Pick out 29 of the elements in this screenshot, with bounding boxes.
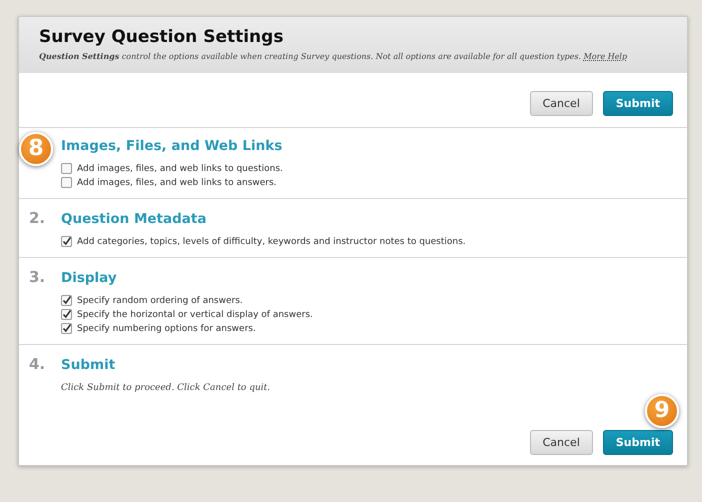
instruction-text: Click Submit to proceed. Click Cancel to quit. xyxy=(60,382,272,393)
callout-badge: 9 xyxy=(645,394,679,428)
section-title: Submit xyxy=(61,357,116,373)
checkbox-label: Add categories, topics, levels of difficulty, keywords and instructor notes to questions. xyxy=(77,236,466,246)
step-number: 3. xyxy=(29,268,46,286)
checkbox[interactable] xyxy=(61,236,72,247)
checkbox-label: Specify numbering options for answers. xyxy=(77,324,256,334)
callout-badge: 8 xyxy=(19,132,53,166)
submit-button[interactable]: Submit xyxy=(602,430,673,455)
more-help-link[interactable]: More Help xyxy=(584,52,628,61)
cancel-button[interactable]: Cancel xyxy=(530,430,593,455)
checkbox-label: Add images, files, and web links to answers. xyxy=(77,178,277,188)
checkbox[interactable] xyxy=(61,177,72,188)
cancel-button[interactable]: Cancel xyxy=(530,91,593,116)
step-number: 4. xyxy=(29,355,46,373)
checkbox[interactable] xyxy=(61,163,72,174)
checkbox[interactable] xyxy=(61,323,72,334)
section-title: Question Metadata xyxy=(61,211,206,227)
page-description: Question Settings control the options available when creating Survey questions. Not all options are available for all question types. More Help xyxy=(39,51,628,61)
checkbox[interactable] xyxy=(61,309,72,320)
checkbox-label: Add images, files, and web links to questions. xyxy=(77,164,283,174)
page-title: Survey Question Settings xyxy=(39,27,284,47)
checkbox-label: Specify random ordering of answers. xyxy=(77,296,243,306)
section-title: Display xyxy=(61,270,117,286)
step-number: 2. xyxy=(29,209,46,227)
checkbox[interactable] xyxy=(61,295,72,306)
checkbox-label: Specify the horizontal or vertical display of answers. xyxy=(77,310,313,320)
submit-button[interactable]: Submit xyxy=(602,91,673,116)
section-title: Images, Files, and Web Links xyxy=(61,138,282,154)
